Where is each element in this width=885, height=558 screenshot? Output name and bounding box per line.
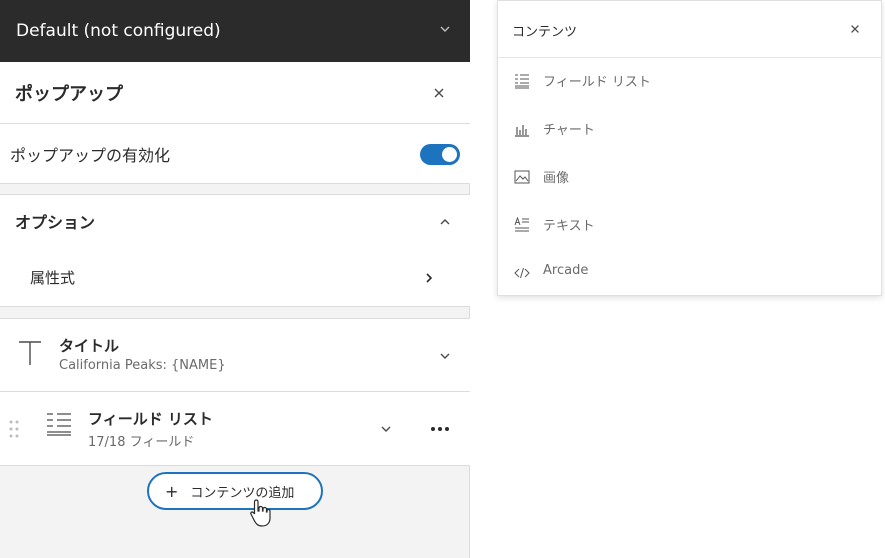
content-item-title-subtitle: California Peaks: {NAME} [59,358,226,373]
toggle-knob [442,147,457,162]
menu-item-label: チャート [543,123,595,138]
text-icon [514,217,529,232]
content-item-field-list-subtitle: 17/18 フィールド [88,435,195,450]
enable-popup-row: ポップアップの有効化 [0,124,470,184]
options-title[interactable]: オプション [15,209,95,233]
chevron-up-icon[interactable] [438,215,452,229]
content-menu-header: コンテンツ [498,1,881,58]
title-text-icon [19,341,41,365]
more-options-icon[interactable] [430,426,450,432]
menu-item-chart[interactable]: チャート [498,104,883,152]
menu-item-text[interactable]: テキスト [498,200,883,248]
menu-item-label: フィールド リスト [543,75,651,90]
chevron-right-icon[interactable] [422,271,436,285]
popup-config-panel: Default (not configured) ポップアップ ポップアップの有… [0,0,470,558]
drag-handle-icon[interactable] [8,419,20,439]
image-icon [514,170,530,184]
content-menu-title: コンテンツ [512,25,578,40]
chevron-down-icon [440,26,450,32]
menu-item-label: 画像 [543,171,570,186]
content-item-title-label: タイトル [59,337,120,355]
menu-item-label: Arcade [543,263,589,278]
attribute-expressions-link[interactable]: 属性式 [30,267,75,288]
field-list-icon [47,413,71,436]
code-icon [514,267,530,279]
enable-popup-label: ポップアップの有効化 [10,145,171,165]
form-selector[interactable]: Default (not configured) [0,0,470,62]
chart-icon [515,125,529,137]
enable-popup-toggle[interactable] [420,144,460,165]
form-selector-label: Default (not configured) [16,21,221,41]
popup-title: ポップアップ [15,83,123,105]
menu-item-arcade[interactable]: Arcade [498,248,883,296]
content-item-field-list[interactable]: フィールド リスト 17/18 フィールド [0,392,470,466]
options-section: オプション 属性式 [0,194,470,307]
close-icon[interactable] [849,23,861,35]
add-content-label: コンテンツの追加 [190,485,295,501]
chevron-down-icon[interactable] [379,422,393,436]
field-list-icon [515,74,529,89]
menu-item-field-list[interactable]: フィールド リスト [498,56,883,104]
chevron-down-icon[interactable] [438,349,452,363]
plus-icon: + [165,481,179,501]
content-item-field-list-label: フィールド リスト [88,410,213,428]
content-menu: コンテンツ フィールド リスト チャート 画像 テキスト Arcade [497,0,882,296]
popup-header: ポップアップ [0,62,470,124]
content-item-title[interactable]: タイトル California Peaks: {NAME} [0,318,470,392]
hand-cursor-icon [250,499,271,527]
add-content-button[interactable]: + コンテンツの追加 [147,472,323,510]
close-icon[interactable] [432,86,446,100]
menu-item-image[interactable]: 画像 [498,152,883,200]
menu-item-label: テキスト [543,219,595,234]
